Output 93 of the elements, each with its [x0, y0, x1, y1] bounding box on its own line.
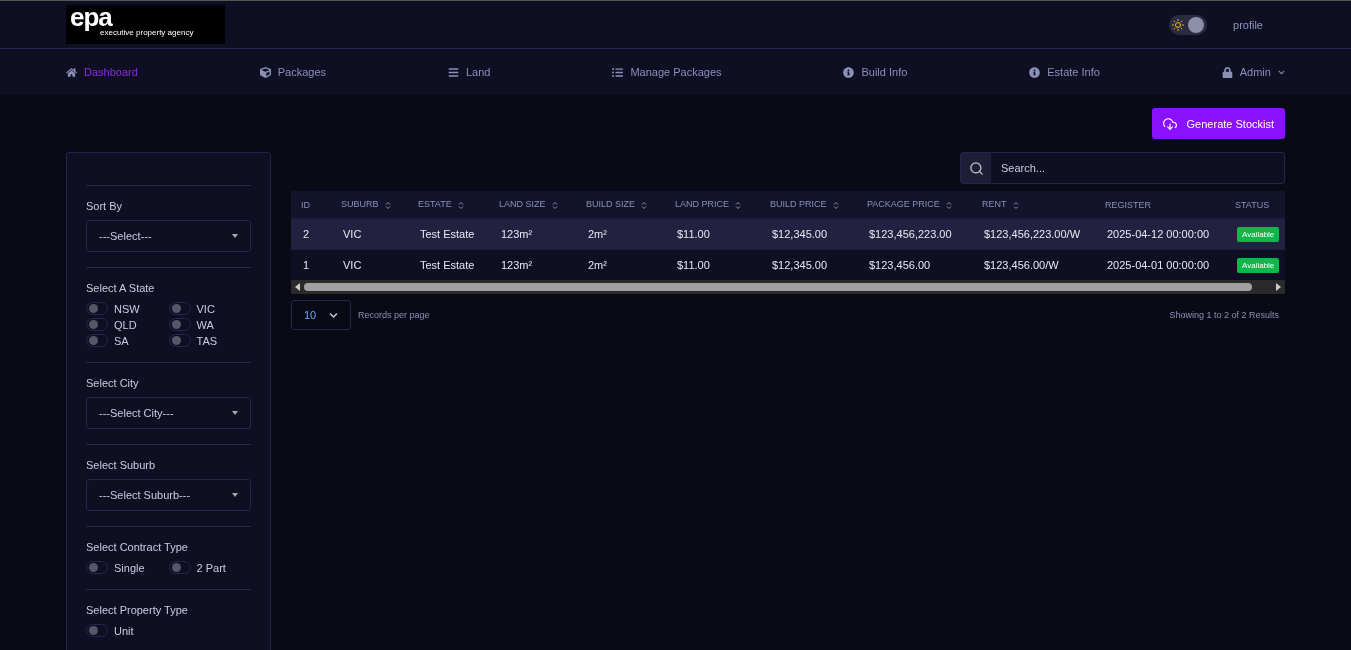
profile-image[interactable]: profile — [1233, 18, 1263, 31]
search-input[interactable]: Search... — [991, 153, 1284, 183]
table-cell: VIC — [331, 218, 408, 250]
horizontal-scrollbar[interactable] — [291, 280, 1285, 294]
caret-icon — [232, 234, 238, 238]
nav-link[interactable]: Packages — [259, 66, 327, 78]
table-cell: 123m² — [489, 218, 576, 250]
nav-link[interactable]: Manage Packages — [612, 66, 722, 78]
nav-link[interactable]: Admin — [1221, 66, 1285, 78]
filter-label: Select City — [86, 377, 140, 389]
sun-icon — [1172, 18, 1185, 31]
column-header[interactable]: PACKAGE PRICE — [857, 191, 972, 219]
toggle-switch[interactable] — [86, 334, 108, 347]
toggle-switch[interactable] — [86, 302, 108, 315]
sort-icon[interactable] — [945, 200, 952, 210]
table-row[interactable]: 2 VIC Test Estate 123m² 2m² $11.00 $12,345.00 $123,456,223.00 $123,456,223.00/W 2025-04-12 00:00:00 Available — [291, 218, 1285, 250]
toggle-label: NSW — [114, 302, 140, 315]
toggle-switch[interactable] — [86, 561, 108, 574]
search-field[interactable]: Search... — [960, 152, 1285, 184]
select-field[interactable]: ---Select--- — [86, 220, 251, 252]
logo[interactable]: epaexecutive property agency — [66, 5, 225, 44]
caret-icon — [232, 411, 238, 415]
column-header: STATUS — [1225, 191, 1285, 219]
status-badge: Available — [1237, 258, 1280, 274]
table-cell: 2 — [291, 218, 331, 250]
column-header[interactable]: ESTATE — [408, 191, 489, 219]
table-cell: $123,456,223.00 — [857, 218, 972, 250]
select-field[interactable]: ---Select City--- — [86, 397, 251, 429]
column-header[interactable]: LAND PRICE — [665, 191, 760, 219]
sort-icon[interactable] — [1012, 200, 1019, 210]
toggle-switch[interactable] — [86, 318, 108, 331]
cloud-download-icon — [1162, 116, 1177, 131]
toggle-label: VIC — [196, 302, 215, 315]
nav-link[interactable]: Build Info — [843, 66, 908, 78]
nav-link[interactable]: Dashboard — [66, 66, 138, 78]
toggle-label: TAS — [196, 334, 218, 347]
column-header[interactable]: RENT — [972, 191, 1095, 219]
select-field[interactable]: ---Select Suburb--- — [86, 479, 251, 511]
lock-icon — [1221, 66, 1233, 78]
chevron-icon — [329, 310, 338, 320]
toggle-switch[interactable] — [168, 302, 191, 315]
status-badge: Available — [1237, 227, 1280, 243]
per-page-select[interactable]: 10 — [291, 300, 351, 330]
results-summary: Showing 1 to 2 of 2 Results — [1169, 310, 1279, 320]
nav-link[interactable]: Land — [448, 66, 491, 78]
column-header[interactable]: SUBURB — [331, 191, 408, 219]
sort-icon[interactable] — [832, 200, 839, 210]
toggle-switch[interactable] — [86, 624, 108, 637]
sort-icon[interactable] — [551, 200, 558, 210]
table-cell: 2m² — [576, 218, 665, 250]
cube-icon — [259, 66, 271, 78]
info-icon — [843, 66, 855, 78]
filter-label: Select Contract Type — [86, 541, 189, 553]
table-cell: $123,456,223.00/W — [972, 218, 1095, 250]
toggle-label: Unit — [114, 624, 134, 637]
column-header[interactable]: BUILD PRICE — [760, 191, 857, 219]
sort-icon[interactable] — [641, 200, 647, 210]
toggle-label: WA — [196, 318, 214, 331]
menu-icon — [448, 66, 459, 78]
column-header: ID — [291, 191, 331, 219]
filter-label: Select Property Type — [86, 604, 189, 616]
caret-icon — [232, 493, 238, 497]
toggle-label: 2 Part — [196, 561, 226, 574]
toggle-label: Single — [114, 561, 145, 574]
list-icon — [612, 66, 624, 78]
info-icon — [1029, 66, 1041, 78]
toggle-label: QLD — [114, 318, 137, 331]
toggle-switch[interactable] — [168, 334, 191, 347]
toggle-label: SA — [114, 334, 129, 347]
column-header[interactable]: LAND SIZE — [489, 191, 576, 219]
sort-icon[interactable] — [457, 200, 464, 210]
toggle-switch[interactable] — [168, 561, 191, 574]
generate-stockist-button[interactable]: Generate Stockist — [1151, 108, 1285, 139]
nav-link[interactable]: Estate Info — [1029, 66, 1100, 78]
toggle-switch[interactable] — [168, 318, 191, 331]
column-header[interactable]: BUILD SIZE — [576, 191, 665, 219]
table-cell: $12,345.00 — [760, 218, 857, 250]
theme-toggle[interactable] — [1169, 14, 1208, 35]
chevron-icon — [1277, 68, 1285, 76]
table-cell: $11.00 — [665, 218, 760, 250]
filter-label: Select Suburb — [86, 459, 157, 471]
search-icon — [968, 160, 984, 176]
filter-label: Select A State — [86, 282, 156, 294]
sort-icon[interactable] — [384, 200, 391, 210]
column-header: REGISTER — [1095, 191, 1225, 219]
filter-label: Sort By — [86, 200, 124, 212]
table-row[interactable]: 1 VIC Test Estate 123m² 2m² $11.00 $12,345.00 $123,456.00 $123,456.00/W 2025-04-01 00:00:00 Available — [291, 249, 1285, 280]
table-cell: Test Estate — [408, 218, 489, 250]
table-cell: 2025-04-12 00:00:00 — [1095, 218, 1225, 250]
home-icon — [66, 66, 77, 78]
sort-icon[interactable] — [735, 200, 741, 210]
per-page-label: Records per page — [358, 310, 430, 320]
logo-tagline: executive property agency — [100, 29, 195, 37]
